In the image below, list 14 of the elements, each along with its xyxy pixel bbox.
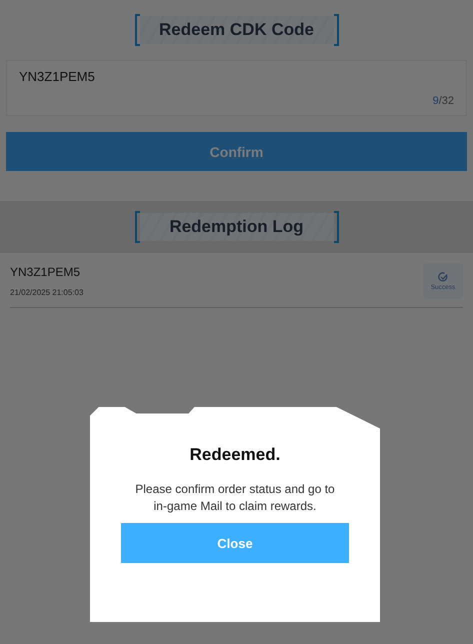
section-title: Redeem CDK Code [159, 20, 314, 40]
character-counter: 9/32 [432, 95, 454, 107]
section-title: Redemption Log [169, 217, 304, 237]
dialog-title: Redeemed. [190, 445, 280, 465]
code-input-field[interactable]: YN3Z1PEM5 9/32 [6, 60, 467, 116]
code-input[interactable]: YN3Z1PEM5 [19, 69, 454, 84]
close-button[interactable]: Close [121, 523, 349, 563]
bracket-icon [134, 14, 142, 46]
bracket-icon [332, 211, 340, 243]
entry-time: 21/02/2025 21:05:03 [10, 288, 84, 297]
bracket-icon [332, 14, 340, 46]
bracket-icon [134, 211, 142, 243]
dialog-message: Please confirm order status and go to in-game Mail to claim rewards. [134, 481, 336, 515]
entry-code: YN3Z1PEM5 [10, 265, 82, 279]
